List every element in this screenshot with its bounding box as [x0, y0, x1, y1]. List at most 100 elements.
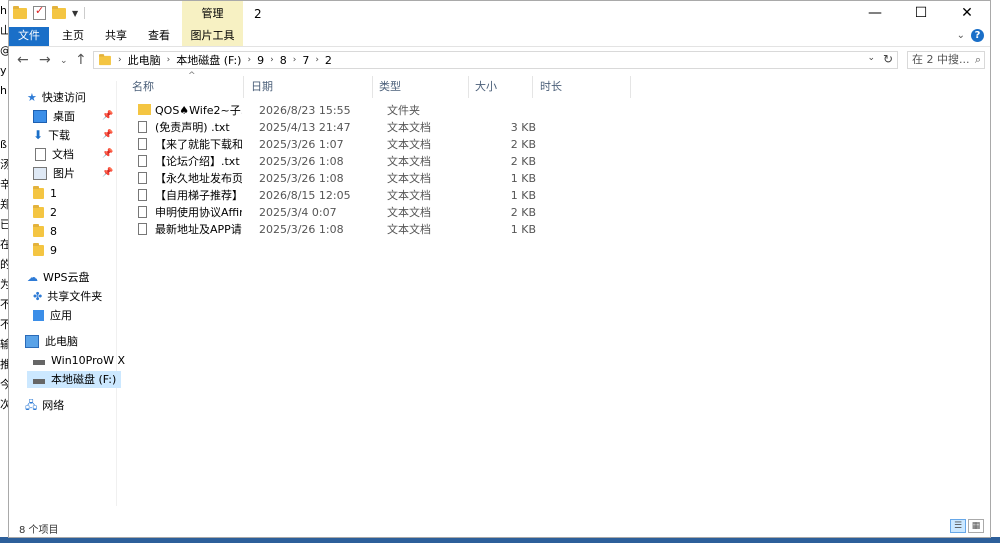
breadcrumb-7[interactable]: 7 [302, 54, 309, 67]
file-type: 文本文档 [387, 223, 431, 236]
file-name: 【自用梯子推荐】.txt [155, 189, 242, 202]
sidebar-item-desktop[interactable]: 桌面 [33, 108, 75, 125]
text-file-icon [138, 121, 147, 133]
status-item-count: 8 个项目 [19, 525, 59, 536]
pin-icon[interactable]: 📌 [102, 149, 113, 159]
breadcrumb-this-pc[interactable]: 此电脑 [128, 52, 161, 68]
details-view-icon[interactable]: ☰ [950, 519, 966, 533]
tab-view[interactable]: 查看 [147, 27, 171, 46]
recent-locations-icon[interactable]: ⌄ [60, 56, 68, 66]
large-icons-view-icon[interactable]: ▦ [968, 519, 984, 533]
sidebar-item-documents[interactable]: 文档 [35, 146, 74, 163]
background-text-fragment: 已 [0, 218, 8, 231]
tab-file[interactable]: 文件 [9, 27, 49, 46]
back-arrow-icon[interactable]: ← [17, 52, 29, 68]
pin-icon[interactable]: 📌 [102, 130, 113, 140]
column-header-date[interactable]: 日期 [251, 76, 273, 98]
column-header-size[interactable]: 大小 [475, 76, 497, 98]
column-divider[interactable] [243, 76, 244, 98]
folder-icon [33, 186, 44, 199]
close-button[interactable]: ✕ [944, 1, 990, 27]
background-window-strip-right [991, 0, 1000, 543]
up-arrow-icon[interactable]: ↑ [75, 52, 87, 68]
sidebar-item-label: 2 [50, 206, 57, 219]
tab-picture-tools[interactable]: 图片工具 [182, 27, 243, 46]
background-text-fragment: @ [0, 44, 8, 58]
sidebar-item-folder-2[interactable]: 2 [33, 204, 57, 221]
sidebar-item-quick-access[interactable]: ★ 快速访问 [27, 89, 86, 106]
maximize-button[interactable]: ☐ [898, 1, 944, 27]
breadcrumb-9[interactable]: 9 [257, 54, 264, 67]
forward-arrow-icon[interactable]: → [39, 52, 51, 68]
sidebar-item-shared-folder[interactable]: ✤ 共享文件夹 [33, 288, 102, 305]
sidebar-item-label: 图片 [53, 167, 75, 180]
breadcrumb-separator[interactable]: › [118, 55, 122, 65]
pin-icon[interactable]: 📌 [102, 168, 113, 178]
address-history-icon[interactable]: ⌄ [867, 53, 875, 63]
file-date: 2026/8/15 12:05 [259, 189, 351, 202]
file-name: 【来了就能下载和... [155, 138, 242, 151]
customize-toolbar-icon[interactable]: ▼ [72, 9, 78, 18]
background-text-fragment: 次 [0, 398, 8, 411]
expand-ribbon-icon[interactable]: ⌄ [957, 30, 965, 41]
sidebar-item-folder-9[interactable]: 9 [33, 242, 57, 259]
file-row[interactable]: 最新地址及APP请... 2025/3/26 1:08 文本文档 1 KB [126, 221, 626, 238]
column-divider[interactable] [630, 76, 631, 98]
tab-share[interactable]: 共享 [104, 27, 128, 46]
column-header-name[interactable]: 名称 [132, 76, 154, 98]
column-divider[interactable] [372, 76, 373, 98]
file-size: 2 KB [510, 155, 536, 168]
breadcrumb-separator[interactable]: › [315, 55, 319, 65]
file-row[interactable]: 【论坛介绍】.txt 2025/3/26 1:08 文本文档 2 KB [126, 153, 626, 170]
column-header-type[interactable]: 类型 [379, 76, 401, 98]
help-icon[interactable]: ? [971, 29, 984, 42]
window-controls: — ☐ ✕ [852, 1, 990, 27]
breadcrumb-drive-f[interactable]: 本地磁盘 (F:) [176, 52, 241, 68]
breadcrumb-separator[interactable]: › [293, 55, 297, 65]
sidebar-item-folder-8[interactable]: 8 [33, 223, 57, 240]
column-divider[interactable] [468, 76, 469, 98]
file-row[interactable]: (免责声明) .txt 2025/4/13 21:47 文本文档 3 KB [126, 119, 626, 136]
file-row[interactable]: 申明使用协议Affir... 2025/3/4 0:07 文本文档 2 KB [126, 204, 626, 221]
file-row[interactable]: 【自用梯子推荐】.txt 2026/8/15 12:05 文本文档 1 KB [126, 187, 626, 204]
document-icon [35, 148, 46, 161]
drive-icon [33, 379, 45, 384]
pin-icon[interactable]: 📌 [102, 111, 113, 121]
tab-home[interactable]: 主页 [61, 27, 85, 46]
new-folder-icon[interactable] [52, 5, 66, 19]
sidebar-item-downloads[interactable]: ⬇ 下载 [33, 127, 70, 144]
sidebar-item-network[interactable]: 🖧 网络 [25, 397, 64, 414]
file-row[interactable]: 【永久地址发布页... 2025/3/26 1:08 文本文档 1 KB [126, 170, 626, 187]
sidebar-item-wps-cloud[interactable]: ☁ WPS云盘 [27, 269, 90, 286]
file-size: 1 KB [510, 172, 536, 185]
breadcrumb-separator[interactable]: › [167, 55, 171, 65]
breadcrumb-separator[interactable]: › [247, 55, 251, 65]
file-size: 1 KB [510, 223, 536, 236]
sidebar-item-drive-f[interactable]: 本地磁盘 (F:) [27, 371, 121, 388]
sidebar-item-drive-c[interactable]: Win10ProW X [33, 352, 125, 369]
minimize-button[interactable]: — [852, 1, 898, 27]
background-text-fragment: y [0, 64, 7, 77]
search-icon[interactable]: ⌕ [975, 52, 981, 68]
sidebar-item-folder-1[interactable]: 1 [33, 185, 57, 202]
breadcrumb-separator[interactable]: › [270, 55, 274, 65]
file-row[interactable]: QOS♠Wife2~子... 2026/8/23 15:55 文件夹 [126, 102, 626, 119]
file-date: 2025/3/26 1:08 [259, 223, 344, 236]
breadcrumb-2[interactable]: 2 [325, 54, 332, 67]
column-divider[interactable] [532, 76, 533, 98]
refresh-icon[interactable]: ↻ [883, 52, 893, 66]
search-input[interactable]: 在 2 中搜... ⌕ [907, 51, 985, 69]
column-header-duration[interactable]: 时长 [540, 76, 562, 98]
sidebar-item-this-pc[interactable]: 此电脑 [25, 333, 78, 350]
breadcrumb-8[interactable]: 8 [280, 54, 287, 67]
tab-manage[interactable]: 管理 [182, 1, 243, 27]
file-name: 最新地址及APP请... [155, 223, 242, 236]
file-row[interactable]: 【来了就能下载和... 2025/3/26 1:07 文本文档 2 KB [126, 136, 626, 153]
sidebar-item-pictures[interactable]: 图片 [33, 165, 75, 182]
text-file-icon [138, 189, 147, 201]
sidebar-item-apps[interactable]: 应用 [33, 307, 72, 324]
properties-icon[interactable] [33, 4, 46, 20]
drive-icon [33, 360, 45, 365]
folder-icon[interactable] [13, 5, 27, 19]
address-bar[interactable]: › 此电脑 › 本地磁盘 (F:) › 9 › 8 › 7 › 2 ⌄ ↻ [93, 51, 898, 69]
